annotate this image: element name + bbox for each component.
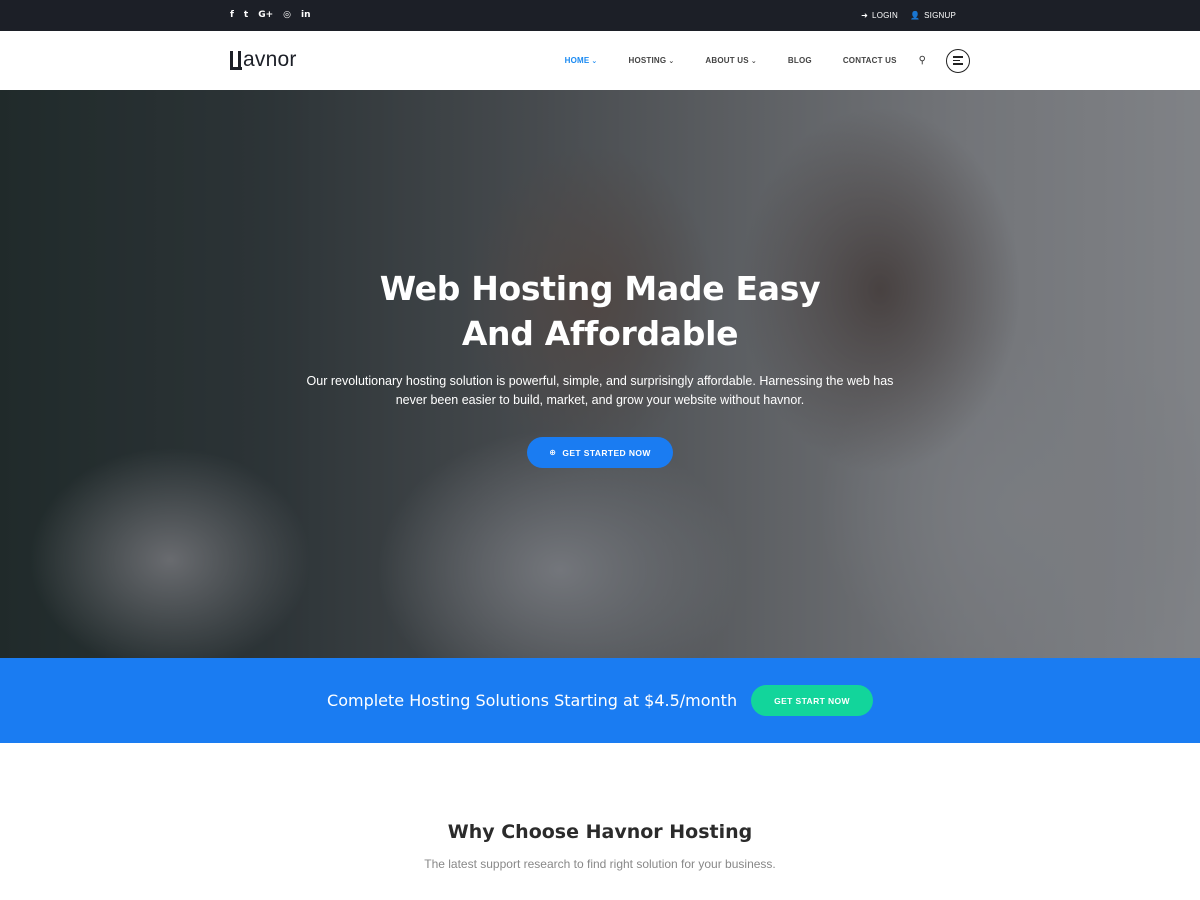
- why-choose-section: Why Choose Havnor Hosting The latest sup…: [0, 743, 1200, 900]
- nav-item-blog[interactable]: BLOG: [788, 56, 812, 65]
- instagram-icon[interactable]: ◎: [283, 11, 291, 20]
- menu-icon[interactable]: [946, 48, 970, 73]
- login-icon: ➜: [861, 11, 869, 20]
- nav-item-hosting-label: HOSTING: [628, 56, 667, 65]
- chevron-down-icon: ⌄: [591, 56, 598, 65]
- nav-item-hosting[interactable]: HOSTING ⌄: [628, 56, 674, 65]
- hero-content: Web Hosting Made Easy And Affordable Our…: [0, 266, 1200, 468]
- nav-item-home-label: HOME: [564, 56, 590, 65]
- chevron-down-icon: ⌄: [750, 56, 757, 65]
- hero-description: Our revolutionary hosting solution is po…: [306, 374, 894, 407]
- user-icon: 👤: [909, 11, 921, 20]
- get-started-label: GET STARTED NOW: [562, 447, 651, 458]
- logo-text: avnor: [243, 48, 297, 71]
- login-label: LOGIN: [872, 11, 898, 20]
- section-title: Why Choose Havnor Hosting: [447, 821, 753, 843]
- nav-item-blog-label: BLOG: [787, 56, 812, 65]
- auth-links: ➜ LOGIN 👤 SIGNUP: [861, 11, 956, 20]
- logo-mark-icon: [230, 50, 242, 70]
- hero-title: Web Hosting Made Easy And Affordable: [379, 269, 821, 353]
- nav-item-about[interactable]: ABOUT US ⌄: [705, 56, 756, 65]
- search-icon[interactable]: ⚲: [919, 55, 926, 66]
- nav-item-contact-label: CONTACT US: [842, 56, 897, 65]
- linkedin-icon[interactable]: in: [301, 11, 311, 20]
- plus-circle-icon: ⊕: [549, 448, 557, 457]
- nav-item-contact[interactable]: CONTACT US: [843, 56, 897, 65]
- pricing-cta-band: Complete Hosting Solutions Starting at $…: [0, 658, 1200, 743]
- top-bar-inner: f t G+ ◎ in ➜ LOGIN 👤 SIGNUP: [230, 0, 956, 31]
- nav-item-home[interactable]: HOME ⌄: [565, 56, 598, 65]
- get-started-button[interactable]: ⊕ GET STARTED NOW: [527, 437, 673, 468]
- get-start-button[interactable]: GET START NOW: [751, 685, 873, 716]
- pricing-cta-text: Complete Hosting Solutions Starting at $…: [327, 691, 738, 710]
- signup-link[interactable]: 👤 SIGNUP: [910, 11, 956, 20]
- signup-label: SIGNUP: [924, 11, 956, 20]
- main-header: avnor HOME ⌄ HOSTING ⌄ ABOUT US ⌄ BLOG C…: [0, 31, 1200, 90]
- nav-item-about-label: ABOUT US: [705, 56, 749, 65]
- social-links: f t G+ ◎ in: [230, 11, 311, 20]
- chevron-down-icon: ⌄: [668, 56, 675, 65]
- section-subtitle: The latest support research to find righ…: [424, 857, 776, 871]
- main-nav: HOME ⌄ HOSTING ⌄ ABOUT US ⌄ BLOG CONTACT…: [534, 31, 970, 90]
- top-bar: f t G+ ◎ in ➜ LOGIN 👤 SIGNUP: [0, 0, 1200, 31]
- login-link[interactable]: ➜ LOGIN: [861, 11, 898, 20]
- hero-section: Web Hosting Made Easy And Affordable Our…: [0, 90, 1200, 658]
- twitter-icon[interactable]: t: [244, 11, 248, 20]
- google-plus-icon[interactable]: G+: [258, 11, 273, 20]
- logo[interactable]: avnor: [230, 48, 297, 72]
- facebook-icon[interactable]: f: [230, 11, 234, 20]
